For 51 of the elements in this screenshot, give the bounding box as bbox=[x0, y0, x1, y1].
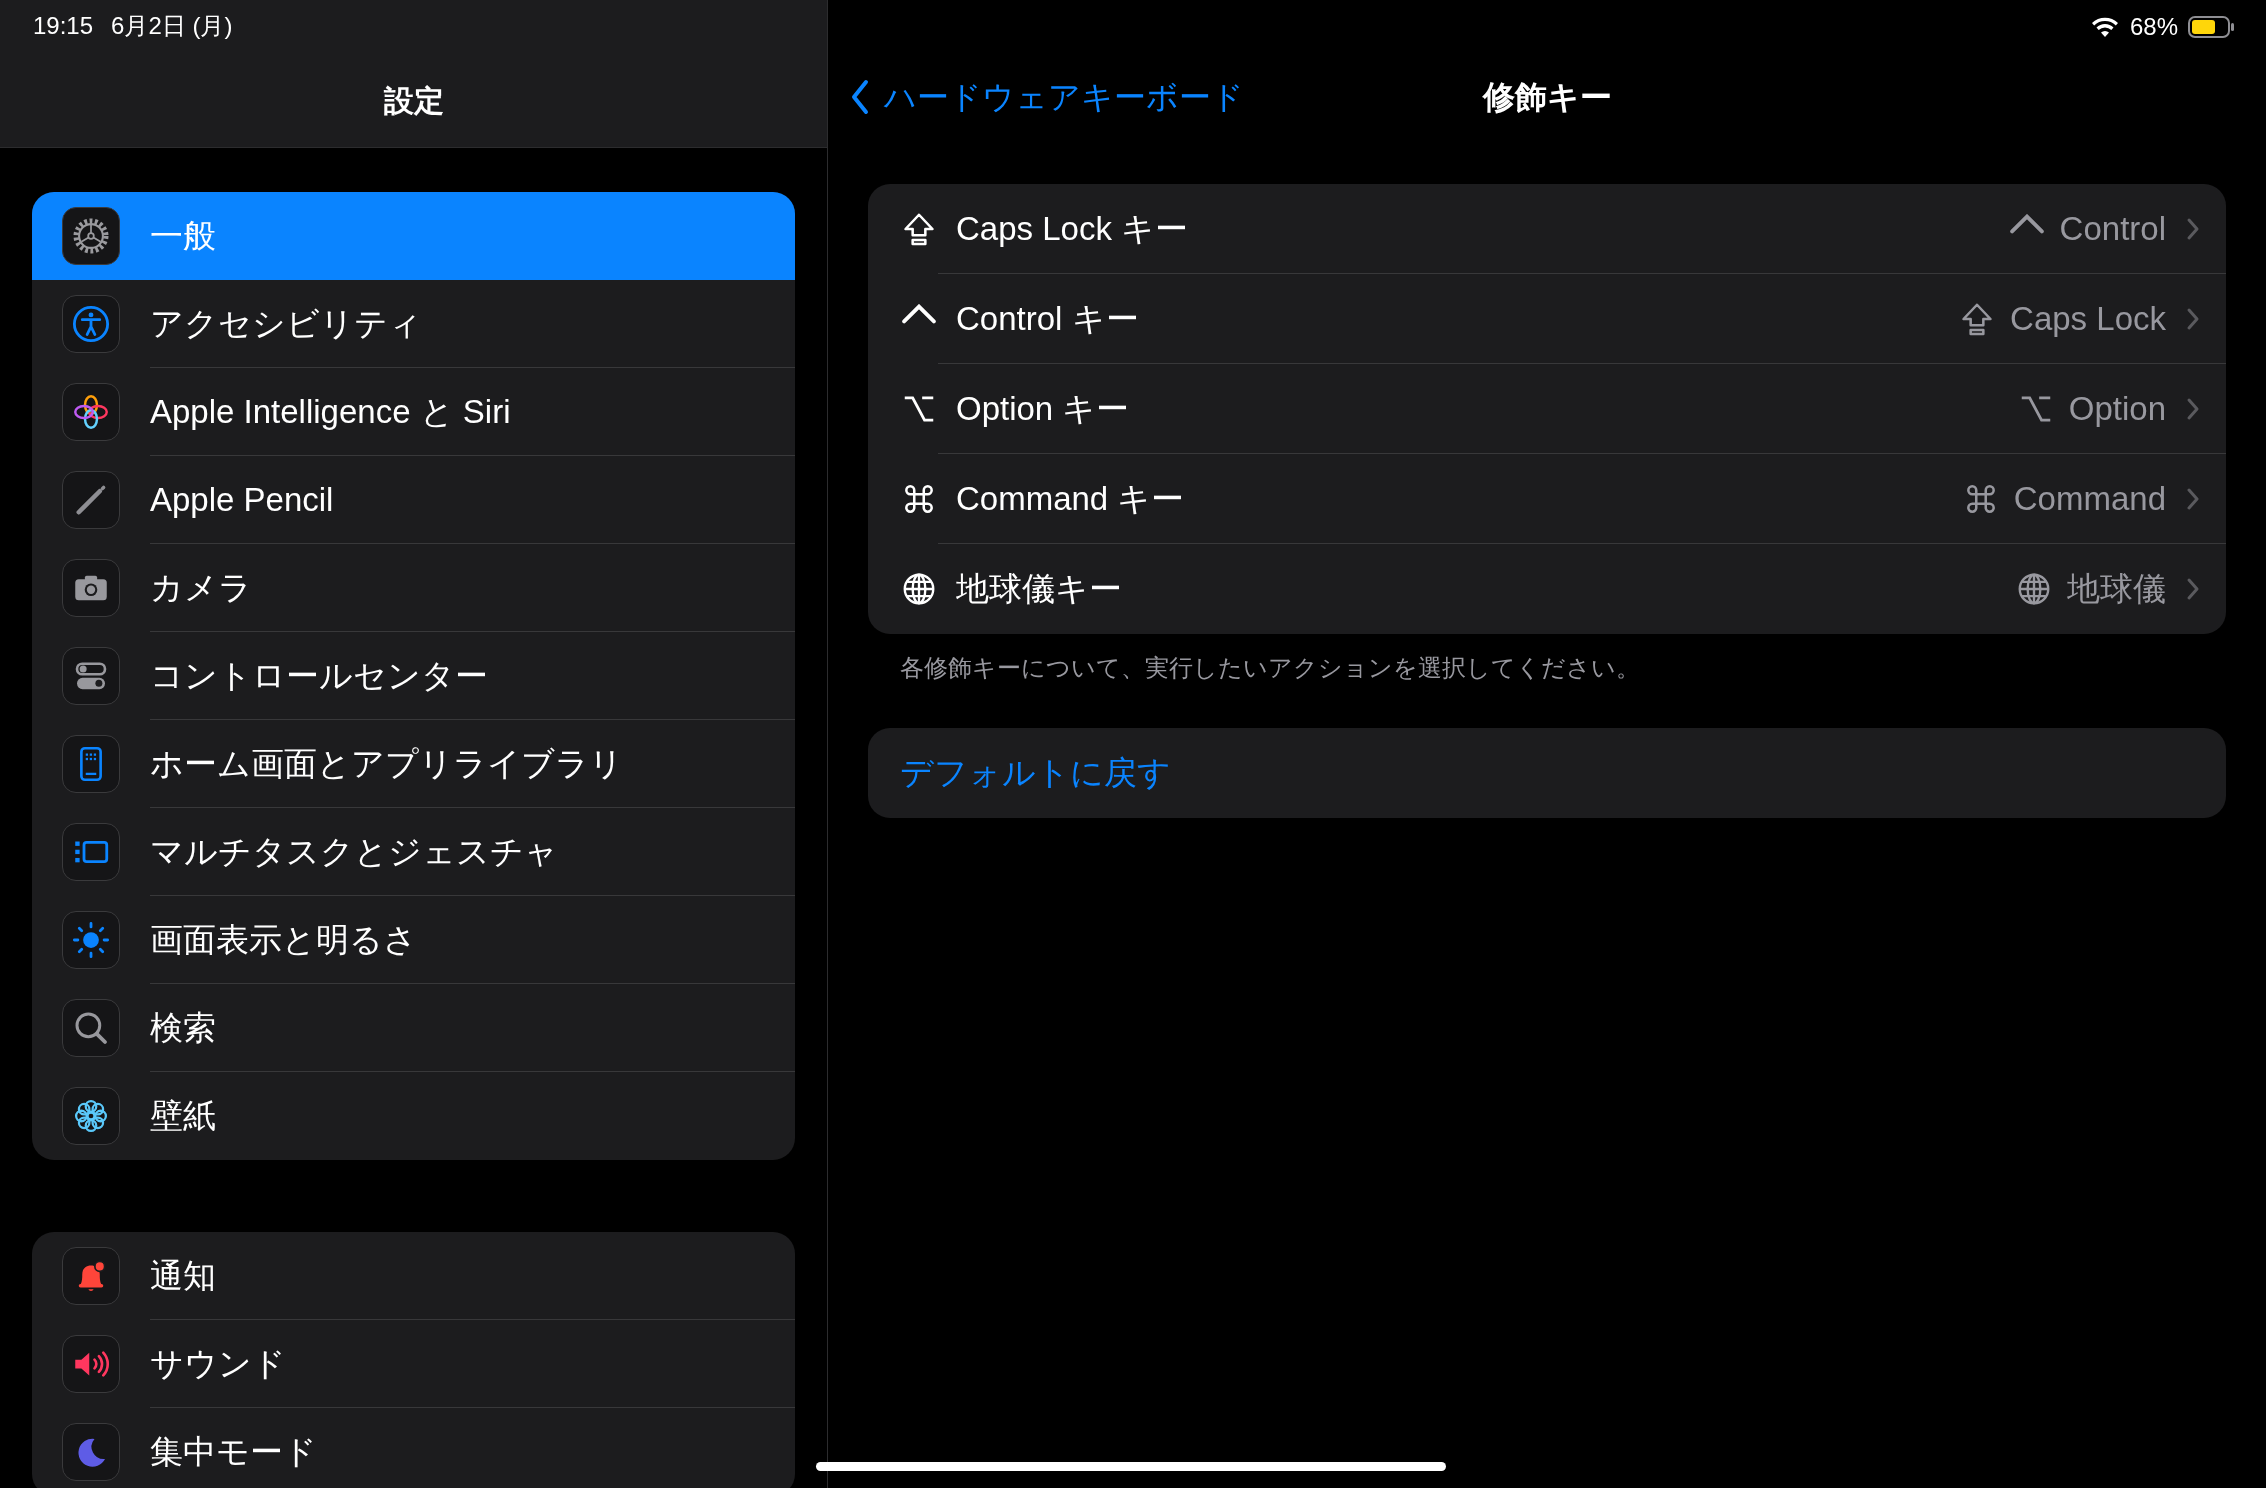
chevron-right-icon bbox=[2186, 396, 2200, 421]
bell-icon bbox=[62, 1247, 120, 1305]
chevron-left-icon bbox=[850, 79, 870, 115]
sidebar-item[interactable]: カメラ bbox=[32, 544, 795, 632]
sidebar-item[interactable]: サウンド bbox=[32, 1320, 795, 1408]
modifier-key-row[interactable]: Option キー Option bbox=[868, 364, 2226, 454]
sidebar-title: 設定 bbox=[383, 83, 444, 119]
sidebar-item[interactable]: Apple Pencil bbox=[32, 456, 795, 544]
phone-grid-icon bbox=[62, 735, 120, 793]
sidebar-item[interactable]: 一般 bbox=[32, 192, 795, 280]
modifier-key-row[interactable]: Command キー Command bbox=[868, 454, 2226, 544]
toggles-icon bbox=[62, 647, 120, 705]
chevron-right-icon bbox=[2186, 486, 2200, 511]
flower-icon bbox=[62, 1087, 120, 1145]
caret-up-icon bbox=[2009, 213, 2044, 234]
reset-button[interactable]: デフォルトに戻す bbox=[868, 728, 2226, 818]
sidebar-item[interactable]: 集中モード bbox=[32, 1408, 795, 1488]
chevron-right-icon bbox=[2186, 577, 2200, 601]
caret-up-icon bbox=[902, 304, 936, 324]
sidebar-item[interactable]: アクセシビリティ bbox=[32, 280, 795, 368]
chevron-right-icon bbox=[2186, 216, 2200, 241]
sidebar-item[interactable]: 検索 bbox=[32, 984, 795, 1072]
search-icon bbox=[62, 999, 120, 1057]
sidebar-item[interactable]: 壁紙 bbox=[32, 1072, 795, 1160]
sidebar-item[interactable]: 画面表示と明るさ bbox=[32, 896, 795, 984]
back-button[interactable]: ハードウェアキーボード bbox=[850, 73, 1244, 121]
sidebar-item[interactable]: コントロールセンター bbox=[32, 632, 795, 720]
sidebar-item[interactable]: ホーム画面とアプリライブラリ bbox=[32, 720, 795, 808]
status-date: 6月2日 (月) bbox=[111, 11, 233, 41]
battery-percent: 68% bbox=[2129, 12, 2178, 42]
page-title: 修飾キー bbox=[1482, 78, 1612, 117]
speaker-icon bbox=[62, 1335, 120, 1393]
wifi-icon bbox=[2089, 15, 2120, 39]
footer-note: 各修飾キーについて、実行したいアクションを選択してください。 bbox=[899, 653, 1641, 683]
sidebar-item[interactable]: マルチタスクとジェスチャ bbox=[32, 808, 795, 896]
windows-icon bbox=[62, 823, 120, 881]
modifier-key-row[interactable]: 地球儀キー 地球儀 bbox=[868, 544, 2226, 634]
gear-icon bbox=[62, 207, 120, 265]
chevron-right-icon bbox=[2186, 306, 2200, 331]
rainbow-flower-icon bbox=[62, 383, 120, 441]
sun-icon bbox=[62, 911, 120, 969]
sidebar-item[interactable]: 通知 bbox=[32, 1232, 795, 1320]
pencil-icon bbox=[62, 471, 120, 529]
modifier-key-row[interactable]: Control キー Caps Lock bbox=[868, 274, 2226, 364]
accessibility-icon bbox=[62, 295, 120, 353]
sidebar-item[interactable]: Apple Intelligence と Siri bbox=[32, 368, 795, 456]
modifier-key-row[interactable]: Caps Lock キー Control bbox=[868, 184, 2226, 274]
moon-icon bbox=[62, 1423, 120, 1481]
battery-icon bbox=[2188, 15, 2236, 39]
camera-icon bbox=[62, 559, 120, 617]
status-time: 19:15 bbox=[33, 11, 94, 41]
